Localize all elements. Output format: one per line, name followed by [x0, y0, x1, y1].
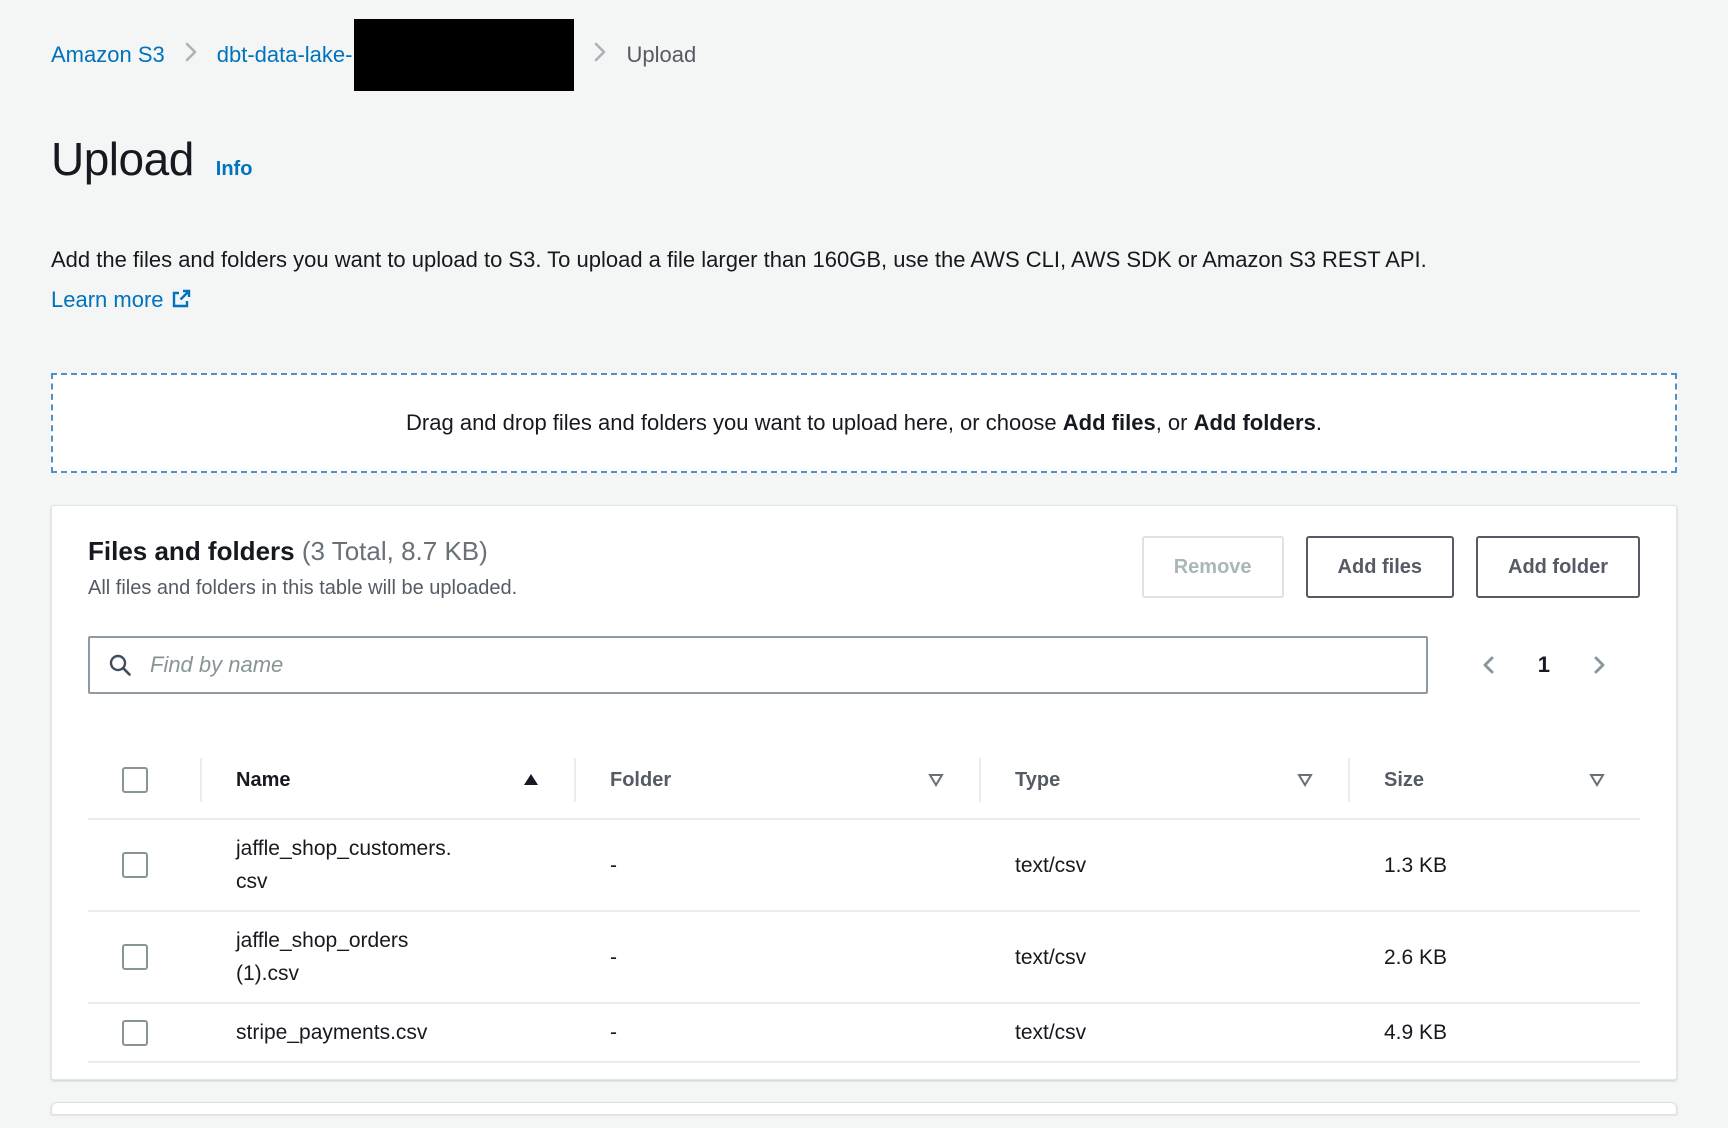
remove-button[interactable]: Remove — [1142, 536, 1284, 598]
panel-count: (3 Total, 8.7 KB) — [302, 536, 488, 566]
table-toolbar: 1 — [88, 636, 1640, 694]
panel-titles: Files and folders (3 Total, 8.7 KB) All … — [88, 536, 517, 600]
row-checkbox[interactable] — [122, 944, 148, 970]
title-row: Upload Info — [51, 132, 1677, 198]
files-and-folders-panel: Files and folders (3 Total, 8.7 KB) All … — [51, 505, 1677, 1080]
external-link-icon — [170, 290, 192, 315]
table-row: stripe_payments.csv - text/csv 4.9 KB — [88, 1004, 1640, 1063]
s3-upload-page: Amazon S3 dbt-data-lake- Upload Upload I… — [0, 0, 1728, 1128]
table-row: jaffle_shop_customers.csv - text/csv 1.3… — [88, 820, 1640, 912]
file-type: text/csv — [979, 849, 1348, 882]
file-folder: - — [574, 941, 979, 974]
search-icon — [108, 653, 132, 677]
column-header-type[interactable]: Type — [979, 740, 1348, 820]
row-checkbox[interactable] — [122, 852, 148, 878]
table-header-row: Name Folder Type Size — [88, 740, 1640, 820]
chevron-right-icon — [592, 41, 608, 69]
file-type: text/csv — [979, 941, 1348, 974]
header-checkbox-cell — [88, 767, 200, 793]
panel-subtitle: All files and folders in this table will… — [88, 577, 517, 600]
pagination: 1 — [1474, 650, 1640, 680]
column-header-size[interactable]: Size — [1348, 740, 1640, 820]
page-title: Upload — [51, 132, 194, 186]
sort-down-icon — [1296, 772, 1314, 788]
sort-down-icon — [927, 772, 945, 788]
chevron-left-icon — [1478, 654, 1500, 676]
panel-actions: Remove Add files Add folder — [1142, 536, 1640, 598]
next-page-button[interactable] — [1584, 650, 1614, 680]
description-text: Add the files and folders you want to up… — [51, 247, 1427, 272]
file-folder: - — [574, 1016, 979, 1049]
file-name: jaffle_shop_customers.csv — [200, 832, 496, 898]
sort-down-icon — [1588, 772, 1606, 788]
file-folder: - — [574, 849, 979, 882]
breadcrumb-amazon-s3[interactable]: Amazon S3 — [51, 42, 165, 68]
page-description: Add the files and folders you want to up… — [51, 240, 1571, 323]
info-link[interactable]: Info — [216, 158, 253, 181]
row-checkbox[interactable] — [122, 1020, 148, 1046]
redacted-bucket-name — [354, 19, 574, 91]
file-size: 2.6 KB — [1348, 941, 1640, 974]
file-size: 1.3 KB — [1348, 849, 1640, 882]
add-files-button[interactable]: Add files — [1306, 536, 1454, 598]
column-header-name[interactable]: Name — [200, 740, 574, 820]
learn-more-link[interactable]: Learn more — [51, 287, 192, 312]
column-header-folder[interactable]: Folder — [574, 740, 979, 820]
panel-title: Files and folders (3 Total, 8.7 KB) — [88, 536, 517, 567]
chevron-right-icon — [1588, 654, 1610, 676]
file-name: stripe_payments.csv — [200, 1016, 496, 1049]
dropzone-text: Drag and drop files and folders you want… — [406, 410, 1322, 436]
file-size: 4.9 KB — [1348, 1016, 1640, 1049]
page-number[interactable]: 1 — [1534, 661, 1554, 669]
panel-header: Files and folders (3 Total, 8.7 KB) All … — [88, 536, 1640, 600]
add-folder-button[interactable]: Add folder — [1476, 536, 1640, 598]
files-table: Name Folder Type Size ja — [88, 740, 1640, 1063]
sort-ascending-icon — [522, 772, 540, 788]
breadcrumb: Amazon S3 dbt-data-lake- Upload — [51, 0, 1677, 110]
file-type: text/csv — [979, 1016, 1348, 1049]
search-field — [88, 636, 1428, 694]
breadcrumb-current: Upload — [626, 42, 696, 68]
chevron-right-icon — [183, 41, 199, 69]
table-row: jaffle_shop_orders (1).csv - text/csv 2.… — [88, 912, 1640, 1004]
next-panel-top-edge — [51, 1102, 1677, 1114]
select-all-checkbox[interactable] — [122, 767, 148, 793]
breadcrumb-bucket[interactable]: dbt-data-lake- — [217, 42, 353, 68]
drag-drop-zone[interactable]: Drag and drop files and folders you want… — [51, 373, 1677, 473]
search-input[interactable] — [88, 636, 1428, 694]
file-name: jaffle_shop_orders (1).csv — [200, 924, 496, 990]
previous-page-button[interactable] — [1474, 650, 1504, 680]
